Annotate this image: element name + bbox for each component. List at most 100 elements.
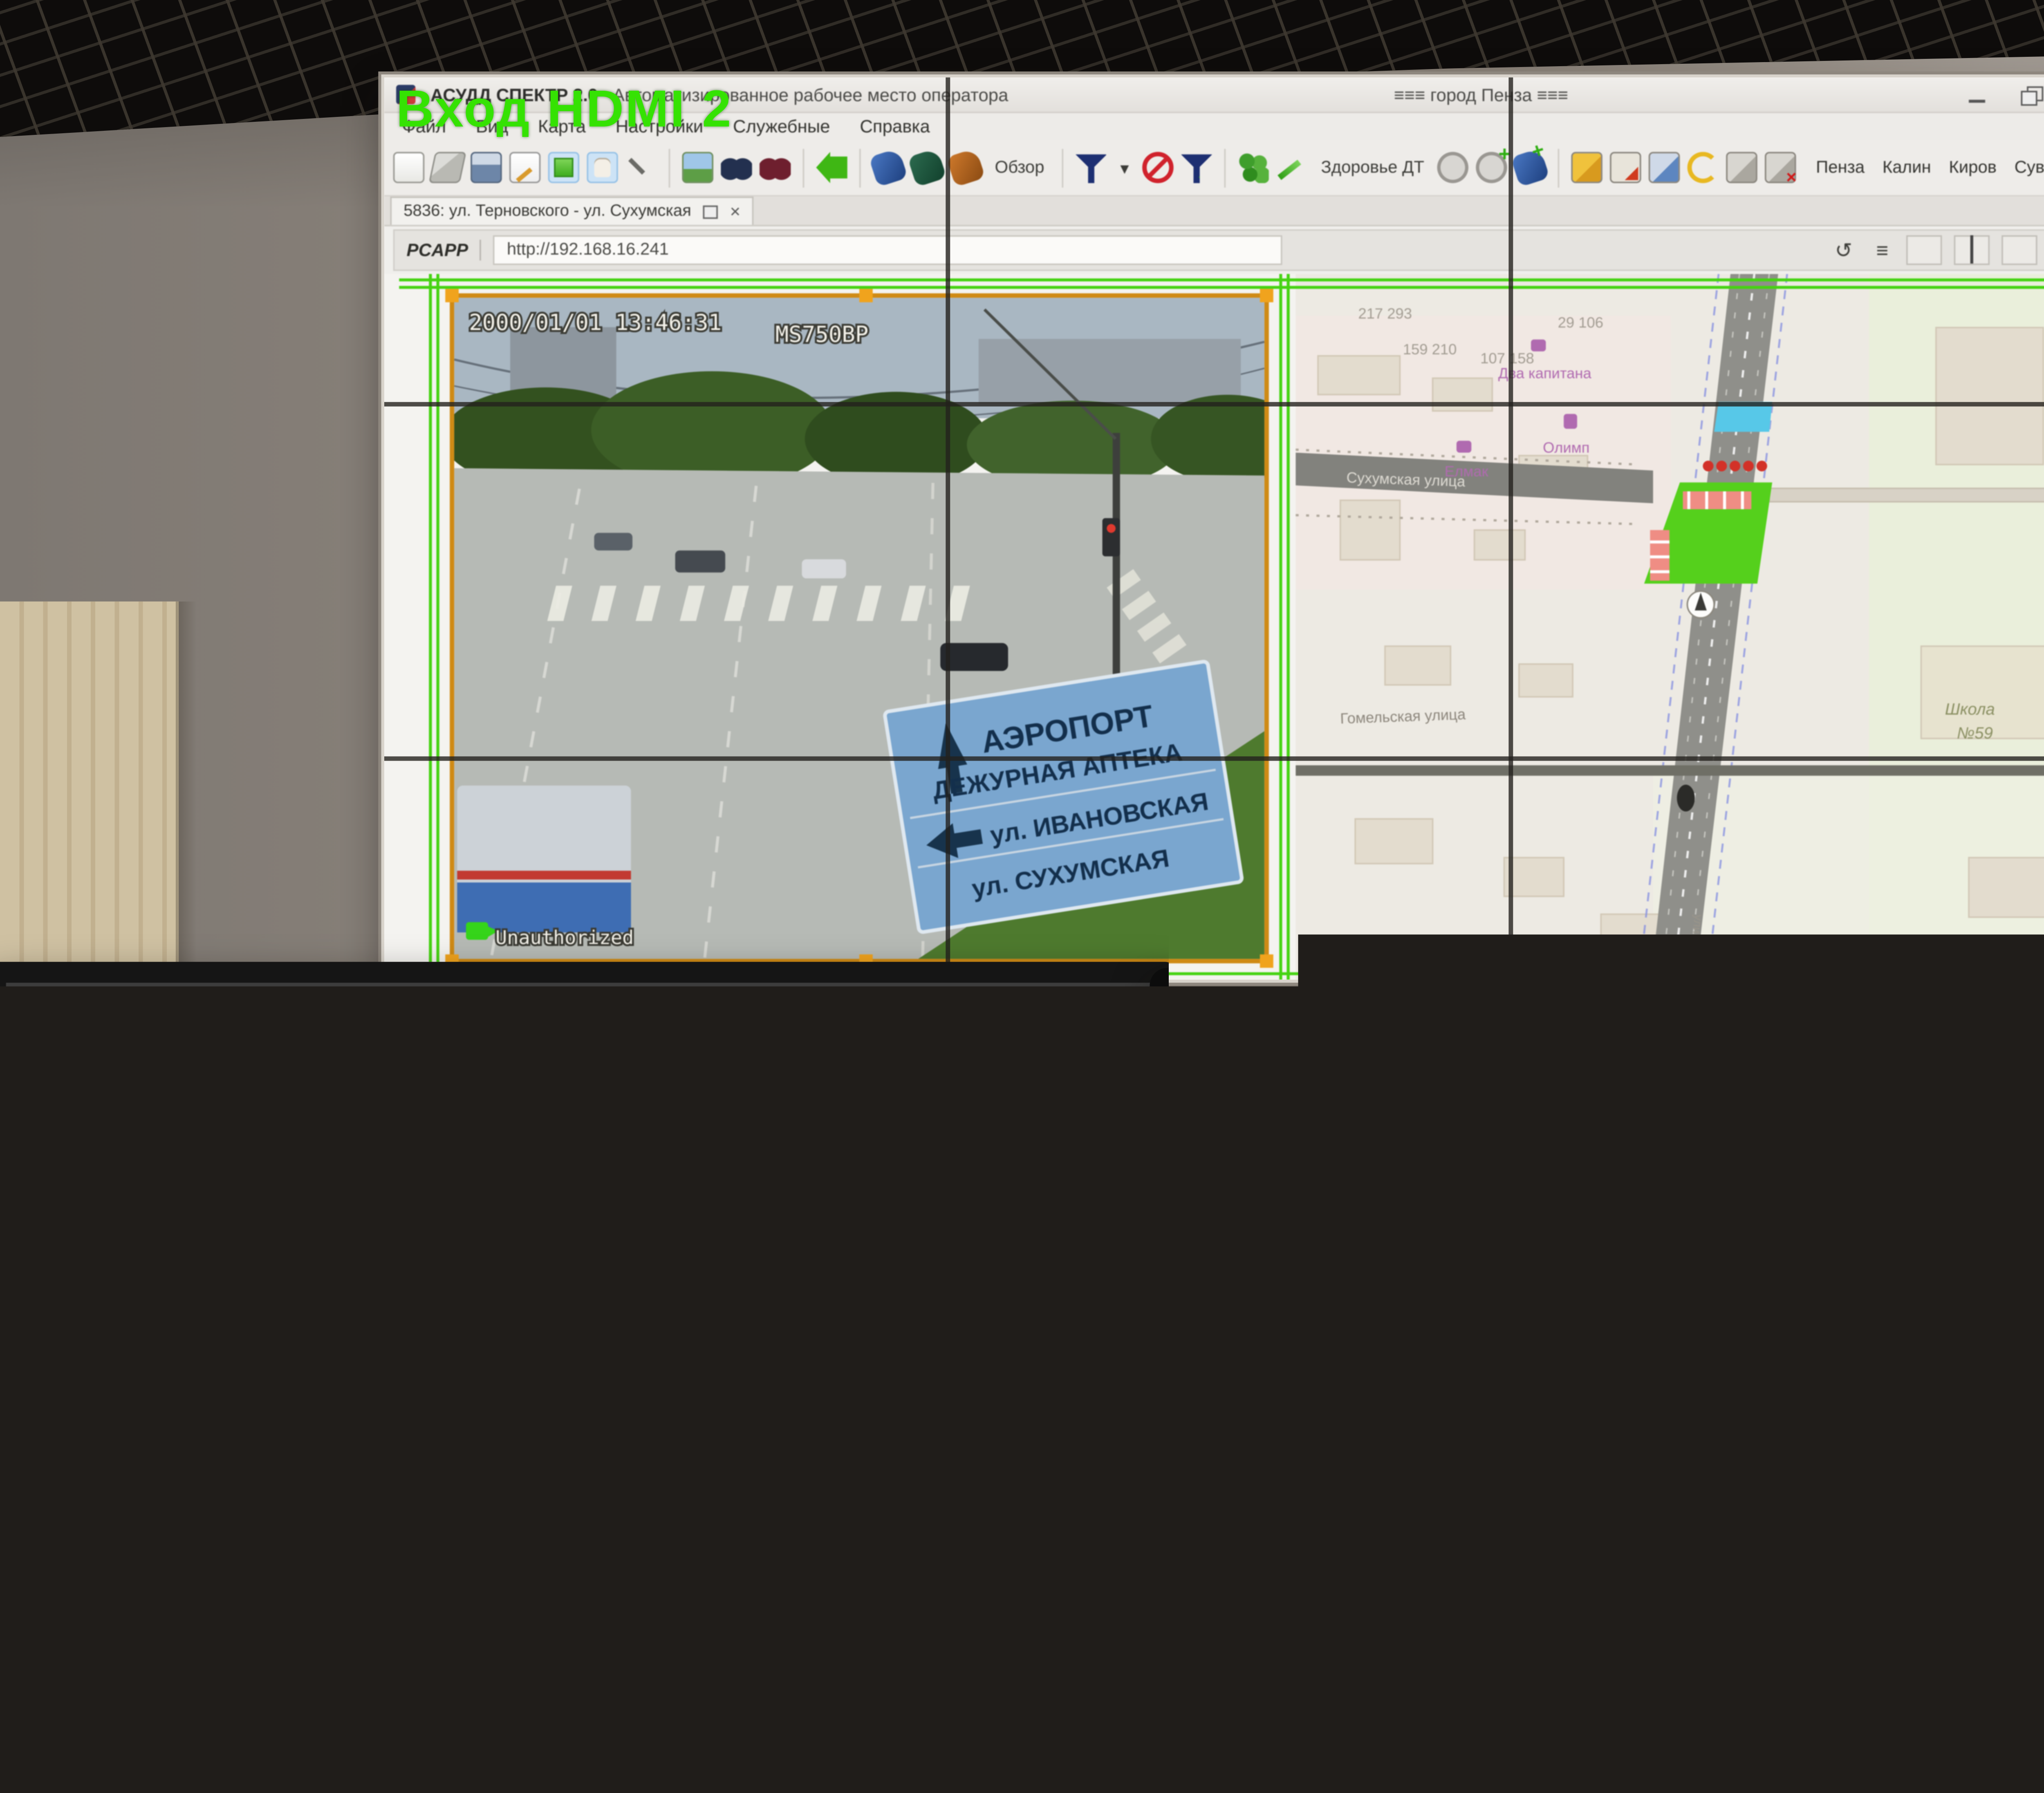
selection-handle[interactable] bbox=[859, 289, 873, 302]
selection-handle[interactable] bbox=[1217, 1588, 1226, 1597]
filter-icon[interactable] bbox=[1076, 152, 1107, 184]
select-area-icon[interactable] bbox=[1286, 1056, 1307, 1077]
pan-hand-icon[interactable] bbox=[587, 152, 618, 184]
wand-icon[interactable] bbox=[1770, 1056, 1791, 1077]
camera-green-icon[interactable] bbox=[908, 148, 947, 187]
camera-tile-003[interactable]: ИТС1 Пенза 003 Калинина, Дизельный завод… bbox=[582, 1021, 870, 1214]
filter-apply-icon[interactable] bbox=[1707, 1056, 1728, 1077]
map-gray-icon[interactable] bbox=[1727, 152, 1758, 184]
menu-map[interactable]: Карта bbox=[1279, 1032, 1311, 1046]
binoculars-red-icon[interactable] bbox=[760, 152, 791, 184]
save-icon[interactable] bbox=[1234, 1056, 1255, 1077]
undo-icon[interactable] bbox=[1688, 152, 1719, 184]
green-arrow-icon[interactable] bbox=[816, 152, 847, 184]
print-icon[interactable] bbox=[703, 205, 718, 218]
address-input[interactable]: http://192.168.16.241 bbox=[493, 235, 1282, 265]
map-warning-icon[interactable] bbox=[1610, 152, 1642, 184]
menu-icon[interactable]: ≡ bbox=[18, 990, 30, 1014]
chrome-icon[interactable] bbox=[1282, 1612, 1300, 1630]
edit-icon[interactable] bbox=[1260, 1056, 1281, 1077]
map-warning-icon[interactable] bbox=[1992, 1056, 2013, 1077]
print-icon[interactable] bbox=[1389, 1091, 1399, 1100]
camera-tile-012[interactable]: ИТС1 Пенза 012 Кирова-К.Маркса [ 0 x 0 ]… bbox=[870, 1406, 1159, 1599]
ellipse-add-icon[interactable] bbox=[1903, 1056, 1924, 1077]
camera-blue-icon[interactable] bbox=[1499, 1053, 1525, 1079]
city-kirov-button[interactable]: Киров bbox=[1949, 159, 1997, 177]
city-kalin-button[interactable]: Калин bbox=[1883, 159, 1931, 177]
select-area-icon[interactable] bbox=[548, 152, 580, 184]
menu-help[interactable]: Справка bbox=[860, 116, 930, 137]
address-input[interactable]: http://192.168.16.241 bbox=[1249, 1111, 1774, 1131]
filter-dropdown-icon[interactable]: ▾ bbox=[1666, 1059, 1672, 1073]
traffic-map[interactable]: 217 293 159 210 107 158 29 106 Сухумская… bbox=[1295, 274, 2044, 980]
green-arrow-icon[interactable] bbox=[1464, 1056, 1485, 1077]
filter-icon[interactable] bbox=[1636, 1056, 1657, 1077]
map-yellow-icon[interactable] bbox=[1967, 1056, 1988, 1077]
traffic-map[interactable]: Сухумская улица bbox=[1783, 1137, 2044, 1605]
camera-add-icon[interactable] bbox=[1926, 1053, 1952, 1079]
new-document-icon[interactable] bbox=[1183, 1056, 1204, 1077]
taskbar-search-icon[interactable] bbox=[1220, 1615, 1233, 1628]
camera-tile-010[interactable]: ИТС1 Пенза 010 Калинина-Чкалова [ 0 x 0 … bbox=[294, 1406, 582, 1599]
pcapp-maximize-button[interactable] bbox=[1954, 235, 1990, 265]
zoom-out-icon[interactable] bbox=[648, 995, 663, 1010]
new-document-icon[interactable] bbox=[393, 152, 425, 184]
selection-handle[interactable] bbox=[1260, 289, 1273, 302]
wand-icon[interactable] bbox=[1276, 152, 1308, 184]
menu-file[interactable]: Файл bbox=[1188, 1032, 1218, 1046]
camera-video-feed[interactable]: АЭРОПОРТ ДЕЖУРНАЯ АПТЕКА ул. ИВАНОВСКАЯ … bbox=[450, 293, 1269, 963]
camera-tile-005[interactable]: ИТС1 Пенза 005 Калинина СОШ №25 [ 1280 x… bbox=[6, 1214, 294, 1406]
rings-app-icon[interactable] bbox=[1418, 1612, 1437, 1631]
check-icon[interactable]: ✓ bbox=[461, 992, 475, 1012]
set-select[interactable]: ИТС-1 bbox=[280, 990, 423, 1014]
pan-hand-icon[interactable] bbox=[1311, 1056, 1332, 1077]
map-blue-icon[interactable] bbox=[1649, 152, 1681, 184]
camera-tile-004[interactable]: ИТС1 Пенза 004 Калинина-ТЦ Рассвет [ 128… bbox=[870, 1021, 1159, 1214]
camera-orange-icon[interactable] bbox=[946, 148, 985, 187]
camera-orange-icon[interactable] bbox=[1551, 1053, 1577, 1079]
selection-handle[interactable] bbox=[1260, 954, 1273, 968]
ellipse-add-icon[interactable] bbox=[1477, 152, 1508, 184]
city-suv-button[interactable]: Сув bbox=[2015, 159, 2044, 177]
start-button-icon[interactable] bbox=[1188, 1613, 1205, 1630]
tab-close-icon[interactable]: × bbox=[1407, 1088, 1414, 1102]
pcapp-minimize-button[interactable] bbox=[1906, 235, 1942, 265]
refresh-icon[interactable]: ↺ bbox=[1835, 237, 1853, 263]
camera-tile-007[interactable]: ИТС1 Пенза 007 Калинина-Свердлова 1 [ 12… bbox=[582, 1214, 870, 1406]
camera-tile-011[interactable]: ИТС1 Пенза 011 Кирова-Лермонтова [ 0 x 0… bbox=[582, 1406, 870, 1599]
filter-apply-icon[interactable] bbox=[1181, 152, 1213, 184]
camera-tile-002[interactable]: ИТС1 Пенза 002 Калинина, ф-ка Игрушек [ … bbox=[294, 1021, 582, 1214]
layers-icon[interactable] bbox=[1206, 1056, 1231, 1077]
health-label[interactable]: Здоровье ДТ bbox=[1321, 159, 1424, 177]
restore-icon[interactable] bbox=[2018, 84, 2043, 105]
ellipse-icon[interactable] bbox=[1438, 152, 1469, 184]
user-icon[interactable] bbox=[487, 994, 503, 1010]
menu-settings[interactable]: Настройки bbox=[1331, 1032, 1389, 1046]
filter-off-icon[interactable] bbox=[1681, 1056, 1702, 1077]
minimize-icon[interactable] bbox=[1966, 84, 1991, 105]
tab-intersection[interactable]: 5836: ул. Терновского - ул. Сухумская × bbox=[1181, 1086, 1423, 1104]
camera-tile-008[interactable]: ИТС1 Пенза 008 Калинина-Свердлова 2 [ 0 … bbox=[870, 1214, 1159, 1406]
hamburger-icon[interactable]: ≡ bbox=[1876, 238, 1889, 262]
menu-view[interactable]: Вид bbox=[1237, 1032, 1259, 1046]
tab-close-icon[interactable]: × bbox=[730, 201, 741, 222]
binoculars-icon[interactable] bbox=[1401, 1056, 1421, 1077]
menu-service[interactable]: Служебные bbox=[733, 116, 830, 137]
selection-handle[interactable] bbox=[1217, 1147, 1226, 1156]
binoculars-icon[interactable] bbox=[721, 152, 752, 184]
pen-icon[interactable] bbox=[625, 152, 657, 184]
word-taskbar-icon[interactable]: W bbox=[1349, 1612, 1369, 1631]
file-explorer-icon[interactable] bbox=[1248, 1614, 1267, 1629]
pen-icon[interactable] bbox=[1337, 1056, 1358, 1077]
edit-icon[interactable] bbox=[509, 152, 541, 184]
camera-tile-001[interactable]: ИТС1 Пенза 001 Окружная-Калинина-Кривозе… bbox=[6, 1021, 294, 1214]
detectors-icon[interactable] bbox=[1744, 1056, 1765, 1077]
browse-label[interactable]: Обзор bbox=[995, 159, 1044, 177]
p-app-taskbar-icon[interactable]: P bbox=[1383, 1612, 1403, 1631]
camera-video-feed[interactable]: АЭРОПОРТ ДЕЖУРНАЯ АПТЕКА ул. ИВАНОВСКАЯ … bbox=[1220, 1150, 1765, 1594]
detectors-icon[interactable] bbox=[1237, 152, 1269, 184]
image-icon[interactable] bbox=[1375, 1056, 1396, 1077]
camera-blue-icon[interactable] bbox=[869, 148, 908, 187]
camera-green-icon[interactable] bbox=[1525, 1053, 1551, 1079]
layers-icon[interactable] bbox=[428, 152, 466, 184]
